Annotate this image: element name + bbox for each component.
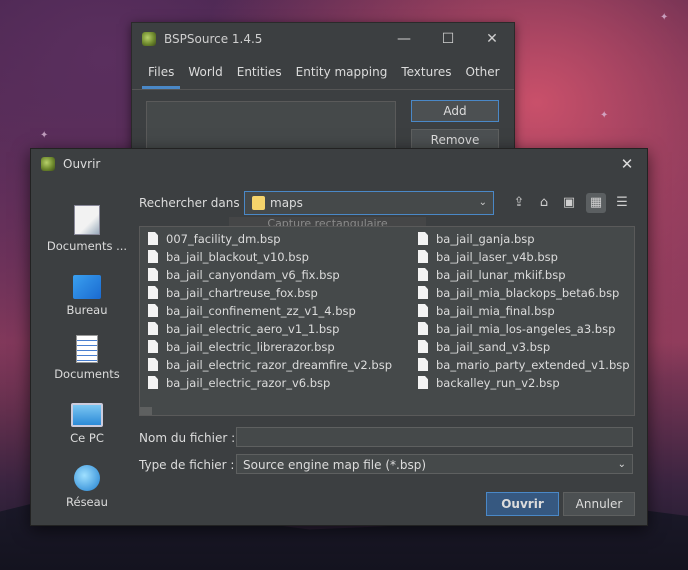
file-icon: [418, 232, 428, 245]
file-item[interactable]: ba_mario_party_extended_v1.bsp: [418, 356, 630, 374]
file-column-2: ba_jail_ganja.bsp ba_jail_laser_v4b.bsp …: [418, 230, 630, 392]
minimize-button[interactable]: —: [382, 31, 426, 47]
chevron-down-icon: ⌄: [478, 197, 487, 208]
maximize-button[interactable]: ☐: [426, 31, 470, 47]
file-item[interactable]: ba_jail_electric_razor_v6.bsp: [148, 374, 392, 392]
bspsource-window: BSPSource 1.4.5 — ☐ ✕ Files World Entiti…: [131, 22, 515, 163]
home-icon[interactable]: ⌂: [534, 193, 554, 213]
place-this-pc[interactable]: Ce PC: [37, 381, 137, 445]
list-view-icon[interactable]: ☰: [612, 193, 632, 213]
place-label: Ce PC: [70, 431, 104, 445]
file-column-1: 007_facility_dm.bsp ba_jail_blackout_v10…: [148, 230, 392, 392]
place-label: Documents: [54, 367, 120, 381]
file-item[interactable]: ba_jail_confinement_zz_v1_4.bsp: [148, 302, 392, 320]
bspsource-app-icon: [142, 32, 156, 46]
file-item[interactable]: ba_jail_ganja.bsp: [418, 230, 630, 248]
file-icon: [418, 286, 428, 299]
file-item[interactable]: 007_facility_dm.bsp: [148, 230, 392, 248]
file-icon: [418, 376, 428, 389]
tab-world[interactable]: World: [182, 59, 228, 89]
network-icon: [74, 465, 100, 491]
file-item[interactable]: ba_jail_electric_aero_v1_1.bsp: [148, 320, 392, 338]
computer-icon: [71, 403, 103, 427]
place-label: Documents ...: [46, 239, 128, 253]
file-item[interactable]: ba_jail_electric_librerazor.bsp: [148, 338, 392, 356]
title-bar: BSPSource 1.4.5 — ☐ ✕: [132, 23, 514, 55]
file-icon: [418, 358, 428, 371]
background-star: ✦: [600, 110, 609, 121]
file-icon: [148, 232, 158, 245]
tab-entity-mapping[interactable]: Entity mapping: [290, 59, 394, 89]
places-sidebar: Documents ... Bureau Documents Ce PC Rés…: [37, 189, 137, 509]
file-icon: [418, 322, 428, 335]
file-icon: [148, 250, 158, 263]
add-button[interactable]: Add: [411, 100, 499, 122]
file-item[interactable]: ba_jail_canyondam_v6_fix.bsp: [148, 266, 392, 284]
file-item[interactable]: ba_jail_electric_razor_dreamfire_v2.bsp: [148, 356, 392, 374]
filetype-dropdown[interactable]: Source engine map file (*.bsp) ⌄: [236, 454, 633, 474]
filetype-value: Source engine map file (*.bsp): [243, 458, 426, 472]
grid-view-icon[interactable]: ▦: [586, 193, 606, 213]
file-item[interactable]: ba_jail_sand_v3.bsp: [418, 338, 630, 356]
place-documents[interactable]: Documents: [37, 317, 137, 381]
background-star: ✦: [40, 130, 49, 141]
up-folder-icon[interactable]: ⇪: [509, 193, 529, 213]
place-label: Bureau: [66, 303, 108, 317]
background-star: ✦: [660, 12, 669, 23]
file-item[interactable]: ba_jail_lunar_mkiif.bsp: [418, 266, 630, 284]
filetype-label: Type de fichier :: [139, 458, 235, 472]
file-icon: [418, 250, 428, 263]
filename-label: Nom du fichier :: [139, 431, 236, 445]
new-folder-icon[interactable]: ▣: [559, 193, 579, 213]
file-icon: [148, 376, 158, 389]
window-title: BSPSource 1.4.5: [164, 32, 263, 46]
file-icon: [148, 304, 158, 317]
file-icon: [418, 268, 428, 281]
horizontal-scrollbar[interactable]: [140, 407, 152, 415]
file-icon: [418, 340, 428, 353]
file-icon: [418, 304, 428, 317]
tab-files[interactable]: Files: [142, 59, 181, 89]
file-item[interactable]: ba_jail_mia_blackops_beta6.bsp: [418, 284, 630, 302]
file-icon: [148, 322, 158, 335]
cancel-button[interactable]: Annuler: [563, 492, 635, 516]
tab-other[interactable]: Other: [460, 59, 506, 89]
file-item[interactable]: backalley_run_v2.bsp: [418, 374, 630, 392]
file-icon: [148, 358, 158, 371]
dialog-title: Ouvrir: [63, 157, 101, 171]
file-item[interactable]: ba_jail_blackout_v10.bsp: [148, 248, 392, 266]
dialog-app-icon: [41, 157, 55, 171]
file-item[interactable]: ba_jail_chartreuse_fox.bsp: [148, 284, 392, 302]
place-label: Réseau: [66, 495, 108, 509]
dialog-title-bar: Ouvrir ✕: [31, 149, 647, 179]
open-dialog: Ouvrir ✕ Documents ... Bureau Documents …: [30, 148, 648, 526]
file-icon: [148, 268, 158, 281]
file-icon: [148, 340, 158, 353]
dialog-close-button[interactable]: ✕: [607, 155, 647, 173]
close-button[interactable]: ✕: [470, 31, 514, 47]
place-network[interactable]: Réseau: [37, 445, 137, 509]
filename-input[interactable]: [236, 427, 633, 447]
place-desktop[interactable]: Bureau: [37, 253, 137, 317]
tab-textures[interactable]: Textures: [395, 59, 457, 89]
folder-icon: [252, 196, 265, 210]
desktop-icon: [73, 275, 101, 299]
tab-bar: Files World Entities Entity mapping Text…: [132, 59, 514, 90]
look-in-value: maps: [270, 196, 303, 210]
look-in-label: Rechercher dans :: [139, 196, 248, 210]
file-icon: [148, 286, 158, 299]
open-button[interactable]: Ouvrir: [486, 492, 559, 516]
file-list[interactable]: 007_facility_dm.bsp ba_jail_blackout_v10…: [139, 226, 635, 416]
tab-entities[interactable]: Entities: [231, 59, 288, 89]
file-item[interactable]: ba_jail_mia_los-angeles_a3.bsp: [418, 320, 630, 338]
look-in-dropdown[interactable]: maps ⌄: [244, 191, 494, 215]
place-recent-documents[interactable]: Documents ...: [37, 189, 137, 253]
recent-documents-icon: [74, 205, 100, 235]
file-item[interactable]: ba_jail_mia_final.bsp: [418, 302, 630, 320]
file-item[interactable]: ba_jail_laser_v4b.bsp: [418, 248, 630, 266]
chevron-down-icon: ⌄: [617, 459, 626, 470]
documents-icon: [76, 335, 98, 363]
